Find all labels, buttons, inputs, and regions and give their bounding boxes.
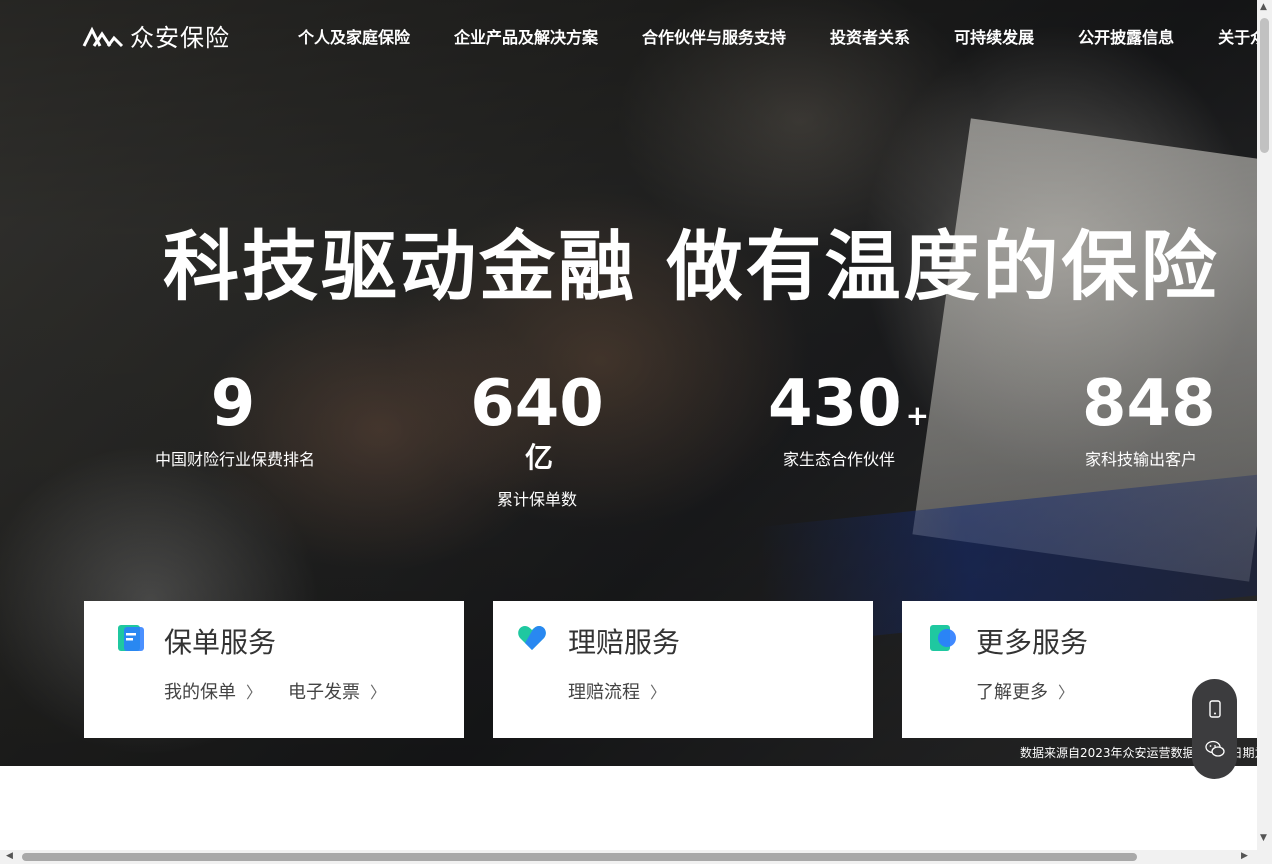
card-title: 理赔服务 [568,626,681,659]
more-service-icon [930,625,956,651]
card-claim-service[interactable]: 理赔服务 理赔流程〉 [493,601,873,738]
link-label: 电子发票 [288,682,361,703]
horizontal-scrollbar[interactable]: ◀ ▶ [0,850,1272,864]
card-links: 我的保单〉 电子发票〉 [164,678,386,704]
stat-label: 中国财险行业保费排名 [155,450,316,469]
hero-headline: 科技驱动金融 做有温度的保险 [163,222,1220,311]
stat-unit: + [905,399,930,432]
nav-enterprise-solutions[interactable]: 企业产品及解决方案 [454,24,598,48]
wechat-icon [1205,740,1225,757]
nav-personal-insurance[interactable]: 个人及家庭保险 [298,24,410,48]
mobile-icon [1209,700,1221,718]
stat-value: 848 [1082,367,1216,441]
horizontal-scroll-thumb[interactable] [22,853,1137,861]
main-nav: 个人及家庭保险 企业产品及解决方案 合作伙伴与服务支持 投资者关系 可持续发展 … [298,24,1257,48]
stat-policy-count: 640亿 累计保单数 [462,372,612,510]
scroll-up-arrow-icon[interactable]: ▲ [1260,3,1267,12]
stat-eco-partners: 430 + 家生态合作伙伴 [768,372,929,470]
claim-process-link[interactable]: 理赔流程〉 [568,678,666,704]
stat-label: 累计保单数 [496,490,577,509]
scroll-right-arrow-icon[interactable]: ▶ [1241,852,1248,861]
stat-label: 家生态合作伙伴 [782,450,895,469]
page-viewport: 众安保险 个人及家庭保险 企业产品及解决方案 合作伙伴与服务支持 投资者关系 可… [0,0,1257,850]
stat-label: 家科技输出客户 [1084,450,1197,469]
logo-mountains-icon [82,26,124,47]
e-invoice-link[interactable]: 电子发票〉 [288,678,386,704]
learn-more-link[interactable]: 了解更多〉 [976,678,1074,704]
vertical-scrollbar[interactable]: ▲ ▼ [1257,0,1272,850]
stat-unit: 亿 [524,441,553,474]
stat-value: 430 [768,367,902,441]
nav-sustainability[interactable]: 可持续发展 [954,24,1034,48]
floating-contact-panel [1192,679,1237,779]
mobile-app-button[interactable] [1203,697,1227,721]
policy-doc-icon [118,625,144,651]
nav-public-disclosure[interactable]: 公开披露信息 [1078,24,1174,48]
nav-partners-support[interactable]: 合作伙伴与服务支持 [642,24,786,48]
scroll-down-arrow-icon[interactable]: ▼ [1260,834,1267,843]
card-links: 理赔流程〉 [568,678,666,704]
wechat-button[interactable] [1203,737,1227,761]
heart-shield-icon [518,626,546,650]
stat-value: 640 [470,367,604,441]
site-header: 众安保险 个人及家庭保险 企业产品及解决方案 合作伙伴与服务支持 投资者关系 可… [0,0,1257,70]
chevron-right-icon: 〉 [650,683,667,702]
logo-text: 众安保险 [130,24,230,52]
card-policy-service[interactable]: 保单服务 我的保单〉 电子发票〉 [84,601,464,738]
nav-about[interactable]: 关于众 [1218,24,1257,48]
stat-premium-rank: 9 中国财险行业保费排名 [155,372,315,470]
link-label: 我的保单 [164,682,236,703]
card-title: 保单服务 [164,626,277,659]
chevron-right-icon: 〉 [246,683,263,702]
nav-investor-relations[interactable]: 投资者关系 [830,24,910,48]
card-title: 更多服务 [976,626,1089,659]
my-policy-link[interactable]: 我的保单〉 [164,678,262,704]
scroll-left-arrow-icon[interactable]: ◀ [6,852,13,861]
chevron-right-icon: 〉 [370,683,387,702]
stat-value: 9 [210,367,256,441]
vertical-scroll-thumb[interactable] [1260,18,1269,153]
card-links: 了解更多〉 [976,678,1074,704]
site-logo[interactable]: 众安保险 [82,18,230,53]
link-label: 理赔流程 [568,682,640,703]
link-label: 了解更多 [976,682,1048,703]
chevron-right-icon: 〉 [1058,683,1075,702]
stat-tech-clients: 848 家科技输出客户 [1082,372,1216,470]
